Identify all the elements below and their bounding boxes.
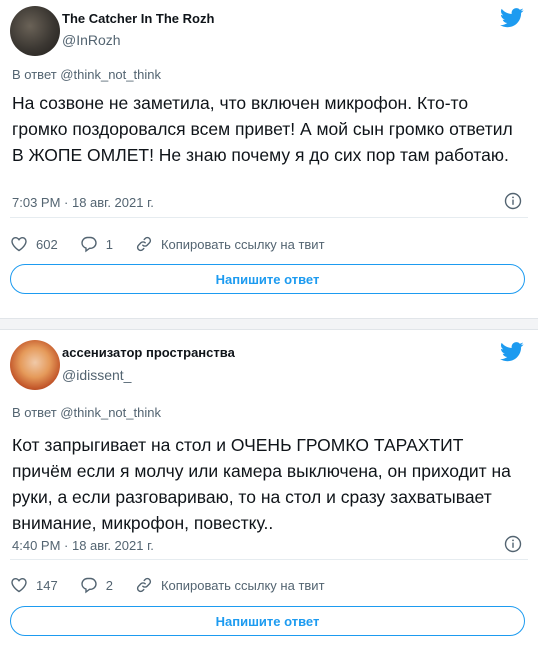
twitter-bird-icon[interactable] [500, 8, 524, 28]
divider [10, 217, 528, 218]
speech-bubble-icon [81, 577, 97, 594]
twitter-bird-icon[interactable] [500, 342, 524, 362]
tweet-separator [0, 318, 538, 330]
tweet-card: The Catcher In The Rozh @InRozh В ответ … [0, 0, 538, 318]
avatar[interactable] [10, 340, 60, 390]
reply-count: 2 [105, 577, 113, 593]
author-handle[interactable]: @InRozh [62, 32, 121, 48]
copy-link-button[interactable]: Копировать ссылку на твит [135, 235, 325, 253]
reply-to-label: В ответ @think_not_think [12, 67, 161, 82]
like-count: 147 [36, 577, 58, 593]
tweet-card: ассенизатор пространства @idissent_ В от… [0, 330, 538, 660]
tweet-text: На созвоне не заметила, что включен микр… [12, 93, 513, 165]
write-reply-button[interactable]: Напишите ответ [10, 264, 525, 294]
reply-count-button[interactable]: 1 [80, 235, 113, 253]
author-name[interactable]: ассенизатор пространства [62, 345, 235, 360]
like-count: 602 [36, 236, 58, 252]
timestamp[interactable]: 4:40 PM · 18 авг. 2021 г. [12, 538, 154, 553]
copy-link-label: Копировать ссылку на твит [160, 236, 325, 252]
copy-link-label: Копировать ссылку на твит [160, 577, 325, 593]
info-icon[interactable] [504, 535, 522, 553]
tweet-text: Кот запрыгивает на стол и ОЧЕНЬ ГРОМКО Т… [12, 435, 511, 533]
divider [10, 559, 528, 560]
timestamp[interactable]: 7:03 PM · 18 авг. 2021 г. [12, 195, 154, 210]
action-bar: 602 1 Копировать ссылку на твит [10, 234, 347, 254]
author-handle[interactable]: @idissent_ [62, 367, 131, 383]
avatar[interactable] [10, 6, 60, 56]
heart-icon [11, 236, 27, 252]
speech-bubble-icon [81, 236, 97, 253]
link-icon [136, 577, 152, 593]
like-button[interactable]: 602 [10, 235, 58, 253]
action-bar: 147 2 Копировать ссылку на твит [10, 575, 347, 595]
link-icon [136, 236, 152, 252]
reply-count: 1 [105, 236, 113, 252]
info-icon[interactable] [504, 192, 522, 210]
reply-count-button[interactable]: 2 [80, 576, 113, 594]
heart-icon [11, 577, 27, 593]
reply-to-label: В ответ @think_not_think [12, 405, 161, 420]
copy-link-button[interactable]: Копировать ссылку на твит [135, 576, 325, 594]
like-button[interactable]: 147 [10, 576, 58, 594]
write-reply-button[interactable]: Напишите ответ [10, 606, 525, 636]
author-name[interactable]: The Catcher In The Rozh [62, 11, 214, 26]
